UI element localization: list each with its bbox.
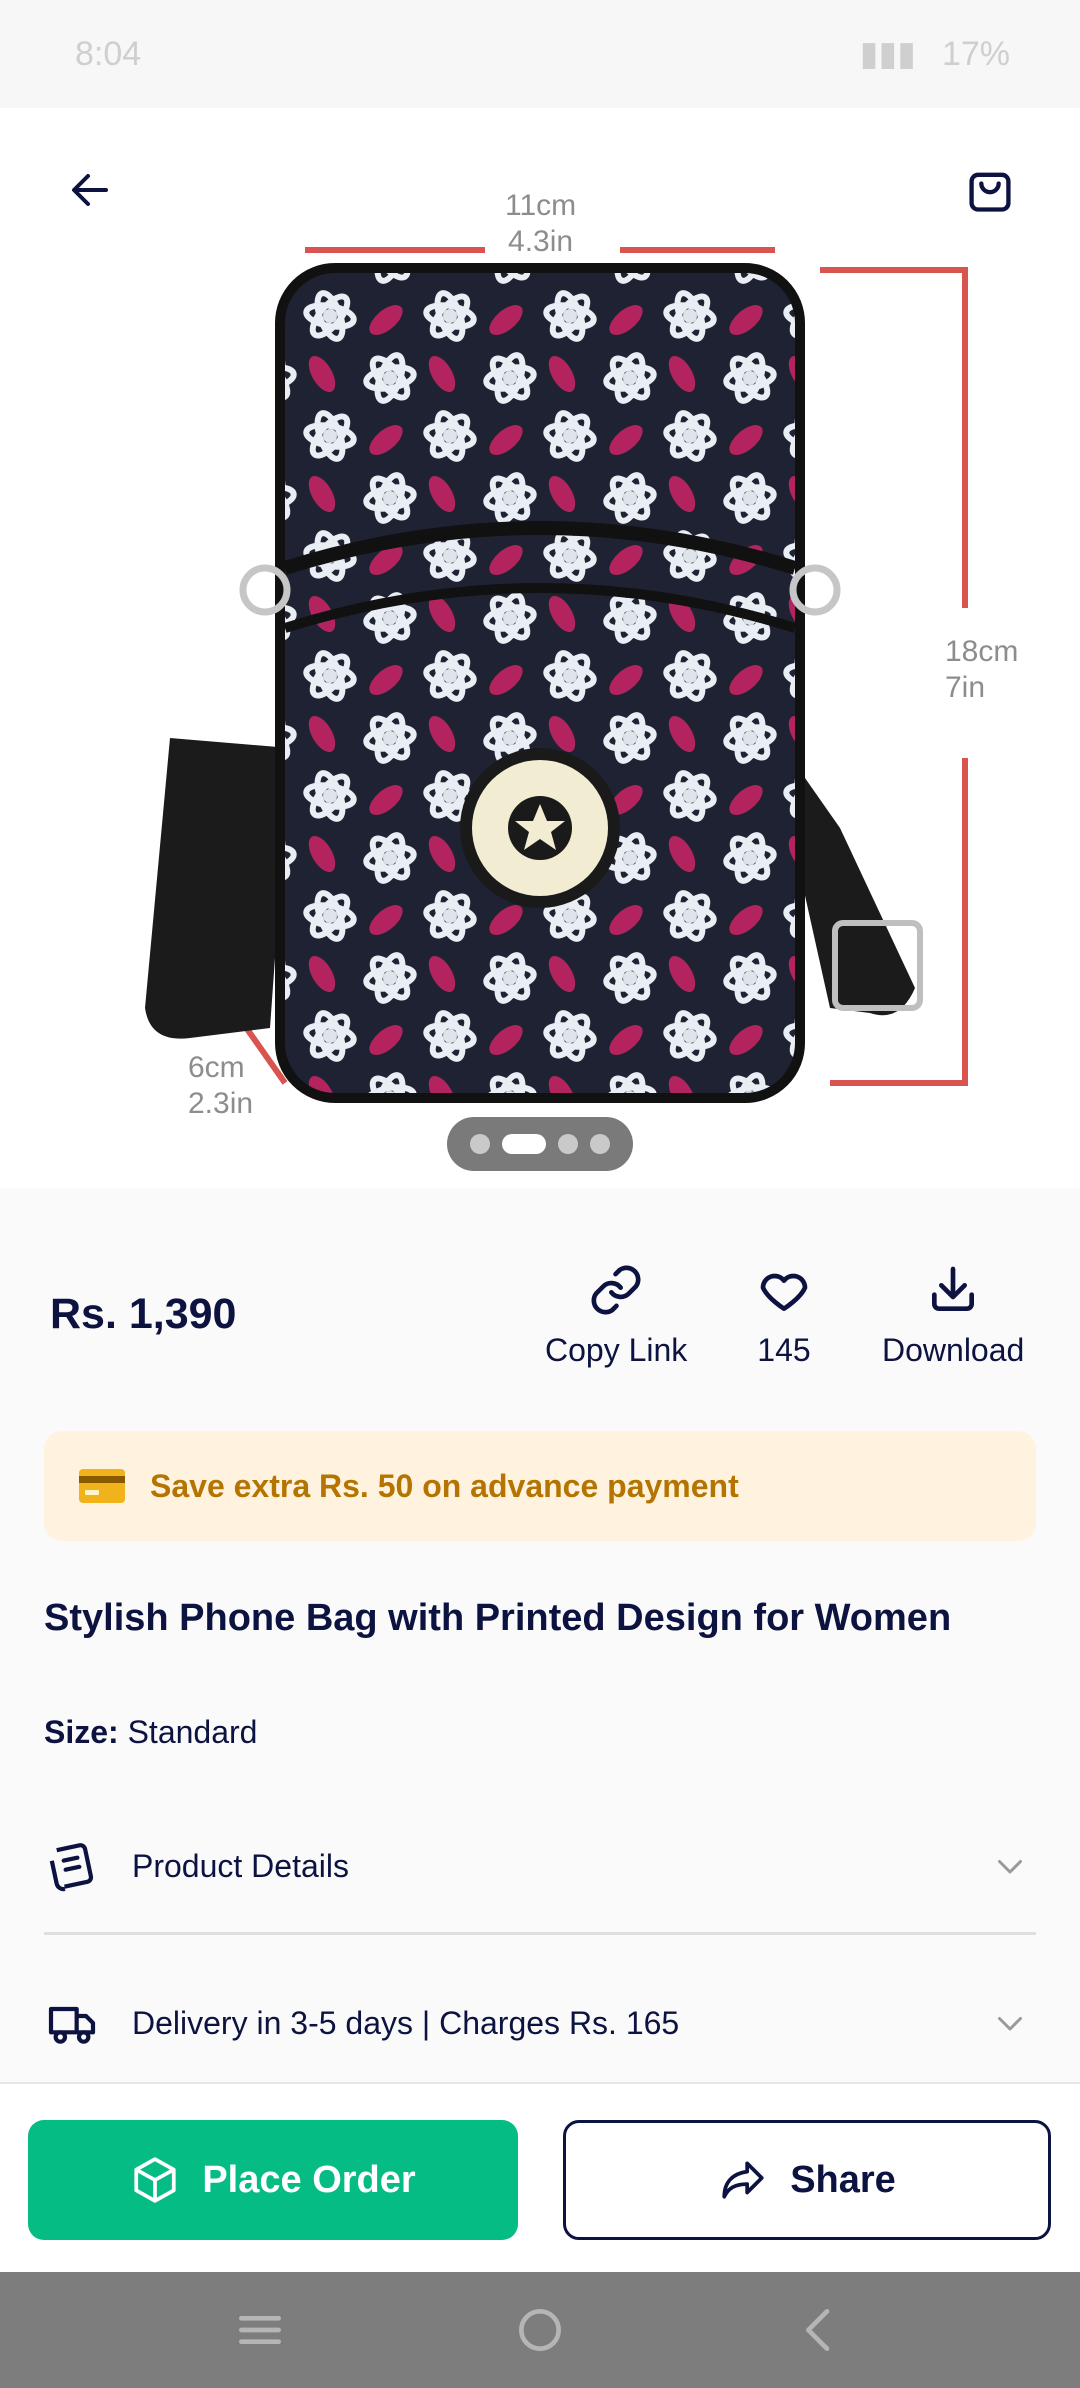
download-icon: [932, 1266, 975, 1311]
carousel-dot[interactable]: [590, 1134, 610, 1154]
like-button[interactable]: 145: [756, 1262, 812, 1369]
product-title: Stylish Phone Bag with Printed Design fo…: [44, 1597, 952, 1639]
like-count: 145: [757, 1332, 811, 1368]
system-navigation-bar: [0, 2272, 1080, 2388]
home-icon[interactable]: [512, 2302, 568, 2358]
heart-icon: [760, 1273, 808, 1311]
share-icon: [722, 2161, 764, 2199]
carousel-dot[interactable]: [470, 1134, 490, 1154]
size-value: Standard: [127, 1714, 258, 1750]
cart-button[interactable]: [950, 150, 1030, 230]
document-icon: [49, 1843, 94, 1892]
carousel-indicator[interactable]: [447, 1117, 633, 1171]
download-label: Download: [882, 1332, 1025, 1368]
recents-icon[interactable]: [232, 2302, 288, 2358]
credit-card-icon: [79, 1469, 125, 1503]
share-label: Share: [790, 2158, 896, 2201]
dimension-height: 18cm 7in: [945, 635, 1019, 704]
chevron-down-icon: [998, 1860, 1022, 1874]
package-icon: [134, 2157, 176, 2203]
advance-payment-banner: Save extra Rs. 50 on advance payment: [44, 1431, 1036, 1541]
copy-link-label: Copy Link: [545, 1332, 688, 1368]
dimension-width: 11cm 4.3in: [505, 189, 577, 258]
product-image: [145, 247, 968, 1103]
product-size: Size: Standard: [44, 1714, 257, 1751]
chevron-down-icon: [998, 2017, 1022, 2031]
signal-icon: ▮▮▮: [859, 35, 916, 73]
product-details-label: Product Details: [132, 1847, 349, 1884]
product-details-row[interactable]: Product Details: [44, 1796, 1036, 1936]
product-price: Rs. 1,390: [50, 1290, 237, 1338]
promo-text: Save extra Rs. 50 on advance payment: [150, 1467, 739, 1504]
product-image-carousel[interactable]: 11cm 4.3in 18cm 7in 6cm 2.3in: [0, 108, 1080, 1188]
truck-icon: [48, 2006, 96, 2044]
status-time: 8:04: [75, 34, 142, 73]
share-button[interactable]: Share: [563, 2120, 1051, 2240]
place-order-button[interactable]: Place Order: [28, 2120, 518, 2240]
dimension-depth: 6cm 2.3in: [188, 1051, 254, 1120]
arrow-left-icon: [72, 174, 108, 206]
section-divider: [44, 1932, 1036, 1935]
size-label: Size:: [44, 1714, 119, 1750]
battery-level: 17%: [941, 34, 1010, 73]
status-bar: 8:04 ▮▮▮ 17%: [0, 0, 1080, 108]
back-button[interactable]: [50, 150, 130, 230]
status-icons: ▮▮▮ 17%: [860, 34, 1010, 74]
place-order-label: Place Order: [202, 2158, 416, 2201]
download-button[interactable]: Download: [882, 1262, 1024, 1369]
carousel-dot-active[interactable]: [502, 1134, 546, 1154]
shopping-bag-icon: [969, 172, 1011, 212]
delivery-row[interactable]: Delivery in 3-5 days | Charges Rs. 165: [44, 1953, 1036, 2093]
copy-link-button[interactable]: Copy Link: [545, 1262, 687, 1369]
carousel-dot[interactable]: [558, 1134, 578, 1154]
link-icon: [591, 1265, 641, 1315]
delivery-label: Delivery in 3-5 days | Charges Rs. 165: [132, 2004, 680, 2041]
back-nav-icon[interactable]: [792, 2302, 848, 2358]
